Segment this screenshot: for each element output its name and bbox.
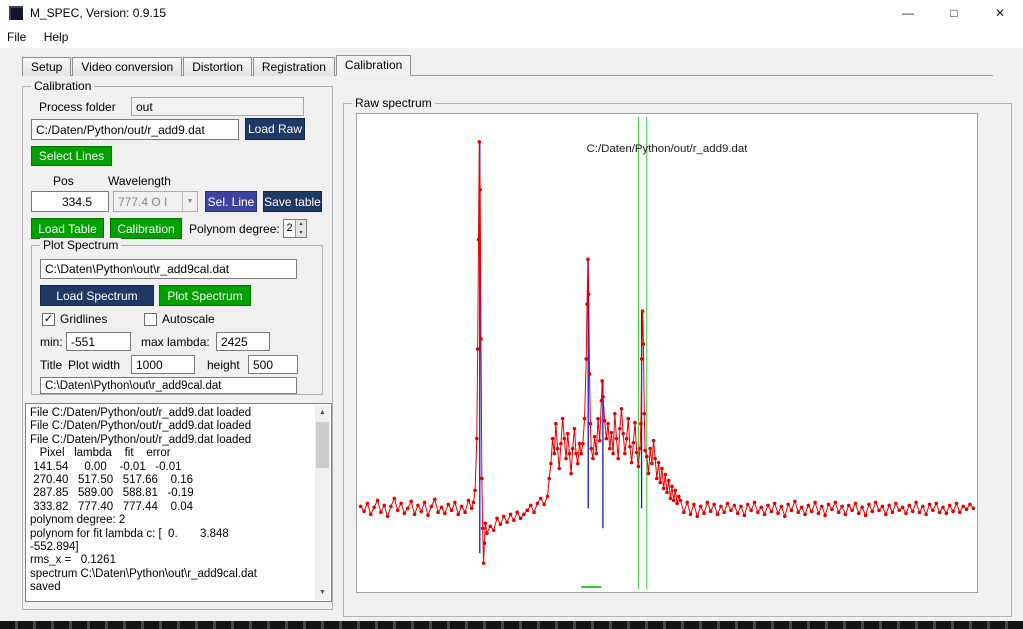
process-folder-label: Process folder <box>39 100 116 114</box>
tab-distortion[interactable]: Distortion <box>183 57 252 76</box>
load-spectrum-button[interactable]: Load Spectrum <box>40 285 154 306</box>
spinner-buttons: ▲ ▼ <box>295 220 306 237</box>
dropdown-arrow-icon[interactable]: ▼ <box>182 192 197 211</box>
app-icon <box>9 6 23 20</box>
calibration-button[interactable]: Calibration <box>110 218 182 239</box>
load-raw-button[interactable]: Load Raw <box>245 118 305 140</box>
plot-spectrum-button[interactable]: Plot Spectrum <box>159 285 251 306</box>
tab-registration[interactable]: Registration <box>253 57 335 76</box>
gridlines-checkbox[interactable]: ✓ Gridlines <box>42 312 107 326</box>
autoscale-checkbox[interactable]: Autoscale <box>144 312 215 326</box>
output-file-field[interactable]: C:\Daten\Python\out\r_add9cal.dat <box>40 377 297 394</box>
spin-down-icon[interactable]: ▼ <box>296 229 306 238</box>
wavelength-combobox[interactable]: 777.4 O I ▼ <box>113 191 198 212</box>
raw-spectrum-groupbox: Raw spectrum C:/Daten/Python/out/r_add9.… <box>343 103 1012 617</box>
plot-spectrum-group-label: Plot Spectrum <box>40 238 121 252</box>
plot-width-label: Plot width <box>68 358 120 372</box>
app-window: M_SPEC, Version: 0.9.15 — □ ✕ File Help … <box>0 0 1023 629</box>
log-text: File C:/Daten/Python/out/r_add9.dat load… <box>30 407 313 599</box>
spin-up-icon[interactable]: ▲ <box>296 220 306 229</box>
load-table-button[interactable]: Load Table <box>31 218 104 239</box>
wavelength-combobox-value: 777.4 O I <box>114 195 182 209</box>
max-lambda-label: max lambda: <box>141 335 210 349</box>
maximize-button[interactable]: □ <box>931 0 977 26</box>
menu-bar: File Help <box>0 26 1023 48</box>
scrollbar-thumb[interactable] <box>316 422 329 468</box>
polynom-degree-spinner[interactable]: 2 ▲ ▼ <box>283 219 307 238</box>
plot-width-input[interactable]: 1000 <box>131 355 195 374</box>
title-bar: M_SPEC, Version: 0.9.15 — □ ✕ File Help <box>0 0 1023 48</box>
minimize-button[interactable]: — <box>885 0 931 26</box>
raw-file-input[interactable]: C:/Daten/Python/out/r_add9.dat <box>31 119 239 140</box>
raw-spectrum-group-label: Raw spectrum <box>352 96 435 110</box>
tab-video-conversion[interactable]: Video conversion <box>72 57 182 76</box>
taskbar-strip <box>0 621 1023 629</box>
checkbox-check-icon: ✓ <box>42 313 55 326</box>
height-input[interactable]: 500 <box>248 355 298 374</box>
min-label: min: <box>40 335 63 349</box>
process-folder-field[interactable]: out <box>131 97 304 116</box>
polynom-degree-label: Polynom degree: <box>189 222 280 236</box>
save-table-button[interactable]: Save table <box>263 191 322 212</box>
pos-input[interactable]: 334.5 <box>31 191 109 212</box>
menu-help[interactable]: Help <box>37 26 76 48</box>
window-title: M_SPEC, Version: 0.9.15 <box>30 0 166 26</box>
raw-spectrum-plot[interactable]: C:/Daten/Python/out/r_add9.dat <box>356 113 978 593</box>
window-controls: — □ ✕ <box>885 0 1023 26</box>
autoscale-checkbox-label: Autoscale <box>162 312 215 326</box>
close-button[interactable]: ✕ <box>977 0 1023 26</box>
tab-calibration[interactable]: Calibration <box>336 55 411 76</box>
calibration-group-label: Calibration <box>31 79 94 93</box>
gridlines-checkbox-label: Gridlines <box>60 312 107 326</box>
spectrum-file-input[interactable]: C:\Daten\Python\out\r_add9cal.dat <box>40 259 297 279</box>
height-label: height <box>207 358 240 372</box>
plot-title: C:/Daten/Python/out/r_add9.dat <box>587 143 749 155</box>
tab-setup[interactable]: Setup <box>22 57 71 76</box>
wavelength-label: Wavelength <box>108 174 171 188</box>
plot-spectrum-groupbox: Plot Spectrum C:\Daten\Python\out\r_add9… <box>31 245 323 395</box>
polynom-degree-value: 2 <box>284 220 295 237</box>
max-lambda-input[interactable]: 2425 <box>216 332 270 351</box>
tab-strip: Setup Video conversion Distortion Regist… <box>22 57 412 76</box>
checkbox-empty-box <box>144 313 157 326</box>
menu-file[interactable]: File <box>0 26 33 48</box>
log-textarea[interactable]: File C:/Daten/Python/out/r_add9.dat load… <box>25 403 332 602</box>
scroll-down-icon[interactable]: ▼ <box>315 585 330 600</box>
calibration-groupbox: Calibration Process folder out C:/Daten/… <box>22 86 333 610</box>
min-input[interactable]: -551 <box>66 332 131 351</box>
pos-label: Pos <box>53 174 74 188</box>
scroll-up-icon[interactable]: ▲ <box>315 405 330 420</box>
log-scrollbar[interactable]: ▲ ▼ <box>315 405 330 600</box>
title-label: Title <box>40 358 62 372</box>
select-lines-button[interactable]: Select Lines <box>31 146 112 166</box>
sel-line-button[interactable]: Sel. Line <box>205 191 257 212</box>
